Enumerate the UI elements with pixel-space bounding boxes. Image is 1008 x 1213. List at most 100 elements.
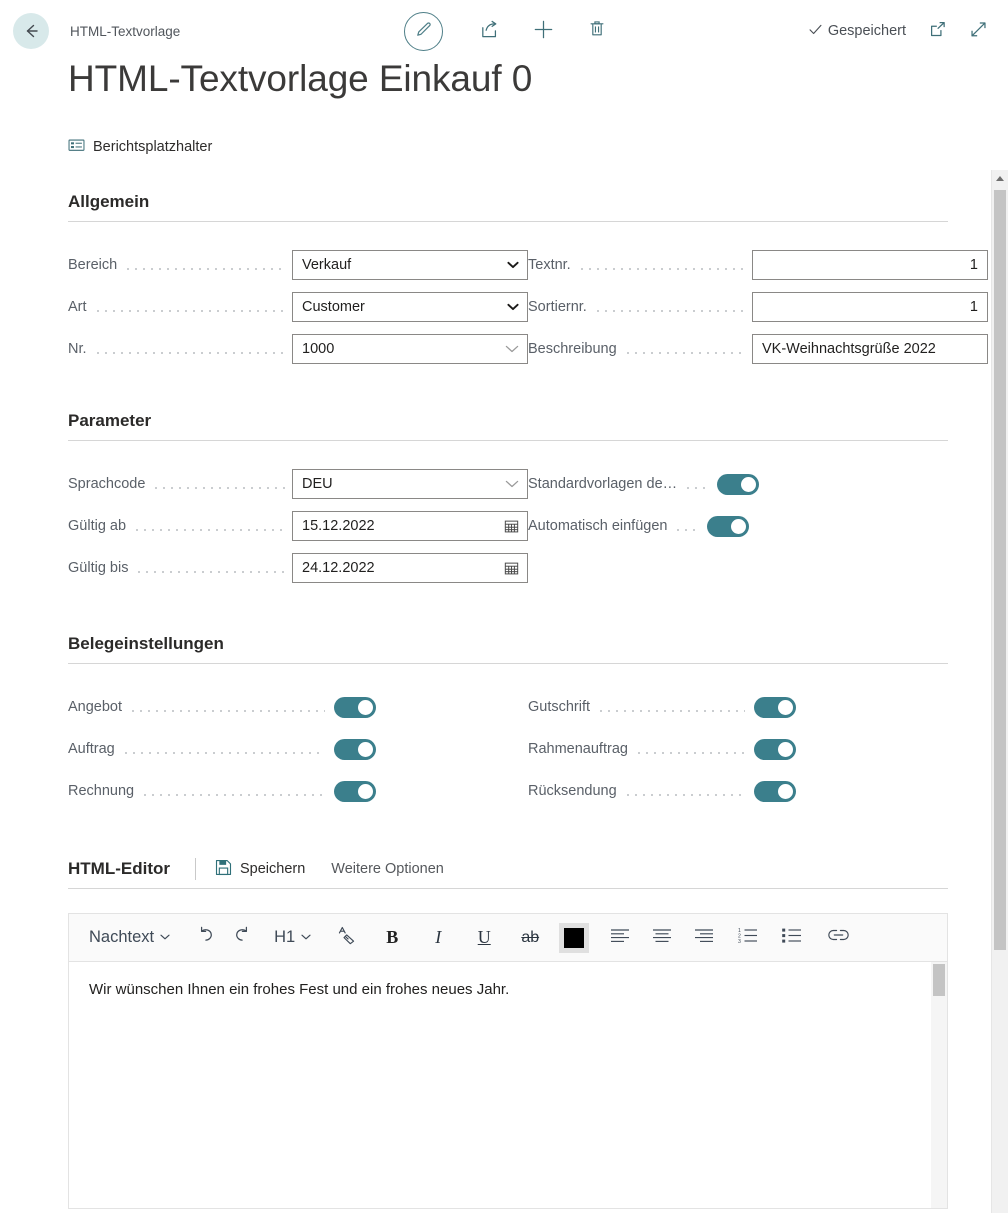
automatisch-einfuegen-toggle[interactable] <box>707 515 750 537</box>
control-sprachcode <box>292 469 528 499</box>
italic-button[interactable]: I <box>421 921 455 955</box>
editor-more-options-button[interactable]: Weitere Optionen <box>331 861 444 877</box>
gueltig-bis-date[interactable] <box>292 553 528 583</box>
label-sprachcode: Sprachcode <box>68 476 146 492</box>
toggle-knob <box>731 518 747 534</box>
nr-lookup[interactable] <box>292 334 528 364</box>
insert-link-button[interactable] <box>821 921 855 955</box>
status-group: Gespeichert <box>808 0 988 62</box>
heading-dropdown-label: H1 <box>274 928 296 946</box>
align-right-button[interactable] <box>687 921 721 955</box>
expand-icon <box>969 20 988 43</box>
control-textnr <box>752 250 988 280</box>
sortiernr-field[interactable] <box>752 292 988 322</box>
heading-dropdown[interactable]: H1 <box>264 921 321 955</box>
text-color-button[interactable] <box>559 922 590 953</box>
page-scrollbar[interactable] <box>991 170 1008 1213</box>
page-actions: Berichtsplatzhalter <box>0 134 1008 160</box>
bottom-spacer <box>68 1209 963 1213</box>
page-title: HTML-Textvorlage Einkauf 0 <box>68 58 533 99</box>
rechnung-toggle[interactable] <box>334 780 376 802</box>
editor-save-button[interactable]: Speichern <box>215 859 305 880</box>
redo-button[interactable] <box>224 921 258 955</box>
strikethrough-button[interactable]: ab <box>513 921 547 955</box>
label-gueltig-bis: Gültig bis <box>68 560 129 576</box>
label-beschreibung: Beschreibung <box>528 341 617 357</box>
ordered-list-button[interactable]: 1 2 3 <box>731 921 765 955</box>
control-bereich <box>292 250 528 280</box>
berichtsplatzhalter-action[interactable]: Berichtsplatzhalter <box>68 138 212 156</box>
editor-more-options-label: Weitere Optionen <box>331 861 444 877</box>
command-icon-group <box>404 0 609 62</box>
bold-button[interactable]: B <box>375 921 409 955</box>
scroll-up-button[interactable] <box>992 170 1008 187</box>
bereich-select[interactable] <box>292 250 528 280</box>
leader-dots <box>674 519 699 533</box>
back-button[interactable] <box>13 13 49 49</box>
rich-text-editor: Nachtext H1 B I U ab 1 2 3 Wir wünschen … <box>68 913 948 1209</box>
leader-dots <box>135 561 285 575</box>
leader-dots <box>93 342 285 356</box>
undo-button[interactable] <box>190 921 224 955</box>
toggle-knob <box>778 741 793 757</box>
html-editor-title: HTML-Editor <box>68 859 170 878</box>
field-rechnung: Rechnung <box>68 770 528 812</box>
saved-status: Gespeichert <box>808 22 906 41</box>
control-art <box>292 292 528 322</box>
align-left-button[interactable] <box>603 921 637 955</box>
field-ruecksendung: Rücksendung <box>528 770 988 812</box>
html-editor-header: HTML-Editor Speichern Weitere Optionen <box>68 858 948 889</box>
rich-text-body[interactable]: Wir wünschen Ihnen ein frohes Fest und e… <box>69 962 947 1208</box>
leader-dots <box>93 300 285 314</box>
fullscreen-button[interactable] <box>969 20 988 43</box>
auftrag-toggle[interactable] <box>334 738 376 760</box>
label-auftrag: Auftrag <box>68 741 115 757</box>
align-center-button[interactable] <box>645 921 679 955</box>
angebot-toggle[interactable] <box>334 696 376 718</box>
beschreibung-field[interactable] <box>752 334 988 364</box>
section-belegeinstellungen: Belegeinstellungen Angebot Gutschrift Au… <box>68 634 963 812</box>
leader-dots <box>141 784 325 798</box>
edit-pencil-button[interactable] <box>404 11 443 51</box>
bullet-list-icon <box>781 927 803 949</box>
leader-dots <box>593 300 745 314</box>
toggle-knob <box>778 699 793 715</box>
underline-button[interactable]: U <box>467 921 501 955</box>
style-dropdown[interactable]: Nachtext <box>79 921 180 955</box>
gueltig-ab-date[interactable] <box>292 511 528 541</box>
open-in-new-window-button[interactable] <box>928 20 947 43</box>
parameter-grid: Sprachcode Standardvorlagen de… <box>68 463 963 589</box>
field-beschreibung: Beschreibung <box>528 328 988 370</box>
toggle-knob <box>778 783 793 799</box>
form-scroll-area: Allgemein Bereich Textn <box>0 170 1008 1213</box>
gutschrift-toggle[interactable] <box>754 696 796 718</box>
belegeinstellungen-grid: Angebot Gutschrift Auftrag Rahmenauftrag <box>68 686 963 812</box>
share-button[interactable] <box>477 19 501 43</box>
pencil-icon <box>414 20 433 43</box>
delete-button[interactable] <box>585 19 609 43</box>
label-gueltig-ab: Gültig ab <box>68 518 127 534</box>
textnr-field[interactable] <box>752 250 988 280</box>
page-scrollbar-thumb[interactable] <box>994 190 1006 950</box>
art-select[interactable] <box>292 292 528 322</box>
section-heading-belegeinstellungen: Belegeinstellungen <box>68 634 948 664</box>
breadcrumb[interactable]: HTML-Textvorlage <box>70 24 180 39</box>
leader-dots <box>684 477 709 491</box>
list-table-icon <box>68 138 85 156</box>
color-swatch-icon <box>564 927 585 948</box>
form-content: Allgemein Bereich Textn <box>0 192 988 1213</box>
standardvorlagen-toggle[interactable] <box>717 473 760 495</box>
bullet-list-button[interactable] <box>775 921 809 955</box>
sprachcode-lookup[interactable] <box>292 469 528 499</box>
new-button[interactable] <box>531 19 555 43</box>
editor-scrollbar[interactable] <box>931 962 947 1208</box>
label-nr: Nr. <box>68 341 87 357</box>
editor-scrollbar-thumb[interactable] <box>933 964 945 996</box>
editor-paragraph: Wir wünschen Ihnen ein frohes Fest und e… <box>89 981 510 998</box>
label-bereich: Bereich <box>68 257 118 273</box>
rahmenauftrag-toggle[interactable] <box>754 738 796 760</box>
field-nr: Nr. <box>68 328 528 370</box>
clear-formatting-button[interactable] <box>329 921 363 955</box>
ruecksendung-toggle[interactable] <box>754 780 796 802</box>
checkmark-icon <box>808 22 823 41</box>
